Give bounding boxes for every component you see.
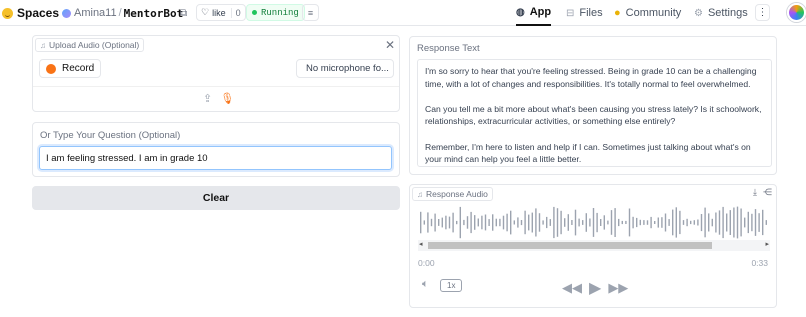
hugging-face-icon	[2, 7, 13, 19]
scroll-right-icon[interactable]: ▸	[765, 240, 769, 248]
settings-icon: ⚙	[694, 7, 703, 19]
microphone-select[interactable]: No microphone fo...	[296, 59, 394, 78]
tab-settings[interactable]: ⚙ Settings	[694, 0, 748, 26]
microphone-icon[interactable]: 🎙︎	[220, 92, 234, 105]
share-icon[interactable]: ⋲	[763, 187, 772, 198]
tab-community[interactable]: ● Community	[614, 0, 681, 26]
top-bar: Spaces Amina11 / MentorBot ⧉ ♡ like 0 Ru…	[0, 0, 806, 26]
record-button[interactable]: Record	[39, 59, 102, 78]
heart-icon: ♡	[201, 7, 210, 17]
response-paragraph: Remember, I'm here to listen and help if…	[425, 141, 751, 165]
response-audio-label-text: Response Audio	[426, 189, 488, 199]
upload-audio-label-text: Upload Audio (Optional)	[49, 40, 140, 50]
status-label: Running	[261, 7, 299, 18]
upload-audio-label: ♫ Upload Audio (Optional)	[35, 38, 145, 52]
owner-avatar-icon	[62, 8, 71, 18]
audio-source-selector: ⇪ 🎙︎	[203, 92, 234, 105]
logs-menu-icon[interactable]: ≡	[302, 4, 319, 21]
question-panel: Or Type Your Question (Optional) I am fe…	[32, 122, 400, 177]
fast-forward-icon[interactable]: ▶▶	[608, 280, 628, 296]
response-audio-label: ♫ Response Audio	[412, 187, 493, 201]
like-count: 0	[230, 7, 241, 18]
breadcrumb: Amina11 / MentorBot	[62, 0, 183, 26]
spaces-logo[interactable]: Spaces	[2, 0, 59, 26]
time-duration: 0:33	[751, 258, 768, 268]
files-icon: ⊟	[566, 7, 575, 19]
audio-actions: ⤓ ⋲	[753, 187, 772, 198]
like-label: like	[212, 7, 226, 18]
tab-files-label: Files	[579, 7, 603, 19]
scroll-left-icon[interactable]: ◂	[419, 240, 423, 248]
volume-icon[interactable]: 🔈︎	[422, 278, 429, 291]
community-icon: ●	[614, 7, 621, 19]
tab-app-label: App	[529, 6, 552, 18]
tab-settings-label: Settings	[707, 7, 748, 19]
music-note-icon: ♫	[417, 189, 423, 199]
response-audio-panel: ♫ Response Audio ⤓ ⋲ ◂ ▸ 0:00 0:33 🔈︎ 1x…	[409, 184, 777, 308]
tab-community-label: Community	[625, 7, 682, 19]
status-dot-icon	[252, 10, 257, 15]
question-label: Or Type Your Question (Optional)	[40, 130, 181, 141]
rewind-icon[interactable]: ◀◀	[562, 280, 582, 296]
time-current: 0:00	[418, 258, 435, 268]
response-paragraph: Can you tell me a bit more about what's …	[425, 103, 762, 127]
brand-label: Spaces	[17, 6, 60, 20]
breadcrumb-separator: /	[118, 7, 122, 19]
repo-link[interactable]: MentorBot	[124, 7, 184, 20]
copy-icon[interactable]: ⧉	[180, 0, 187, 26]
playback-controls: ◀◀ ▶ ▶▶	[562, 278, 628, 298]
response-text-label: Response Text	[417, 43, 480, 54]
response-text-panel: Response Text I'm so sorry to hear that …	[409, 36, 777, 175]
owner-link[interactable]: Amina11	[74, 7, 117, 19]
waveform-scrollbar[interactable]: ◂ ▸	[418, 240, 770, 251]
tab-files[interactable]: ⊟ Files	[566, 0, 603, 26]
response-textbox[interactable]: I'm so sorry to hear that you're feeling…	[417, 59, 772, 167]
scrollbar-thumb[interactable]	[428, 242, 712, 249]
playback-speed-button[interactable]: 1x	[440, 279, 463, 292]
clear-button[interactable]: Clear	[32, 186, 400, 210]
play-icon[interactable]: ▶	[589, 278, 601, 298]
user-avatar[interactable]	[787, 3, 806, 22]
question-input[interactable]: I am feeling stressed. I am in grade 10	[39, 146, 392, 170]
record-label: Record	[62, 63, 95, 74]
more-options-icon[interactable]: ⋮	[755, 4, 770, 21]
download-icon[interactable]: ⤓	[753, 187, 757, 198]
record-dot-icon	[46, 63, 56, 74]
like-button[interactable]: ♡ like 0	[196, 4, 246, 21]
app-icon: ◍	[516, 6, 525, 18]
response-paragraph: I'm so sorry to hear that you're feeling…	[425, 66, 757, 89]
divider	[33, 86, 399, 87]
status-badge: Running	[246, 4, 305, 21]
music-note-icon: ♫	[40, 40, 46, 50]
audio-waveform[interactable]	[419, 206, 769, 239]
upload-icon[interactable]: ⇪	[203, 92, 212, 105]
close-icon[interactable]: ✕	[385, 38, 395, 52]
upload-audio-panel: ♫ Upload Audio (Optional) ✕ Record No mi…	[32, 35, 400, 112]
tab-app[interactable]: ◍ App	[516, 0, 552, 26]
